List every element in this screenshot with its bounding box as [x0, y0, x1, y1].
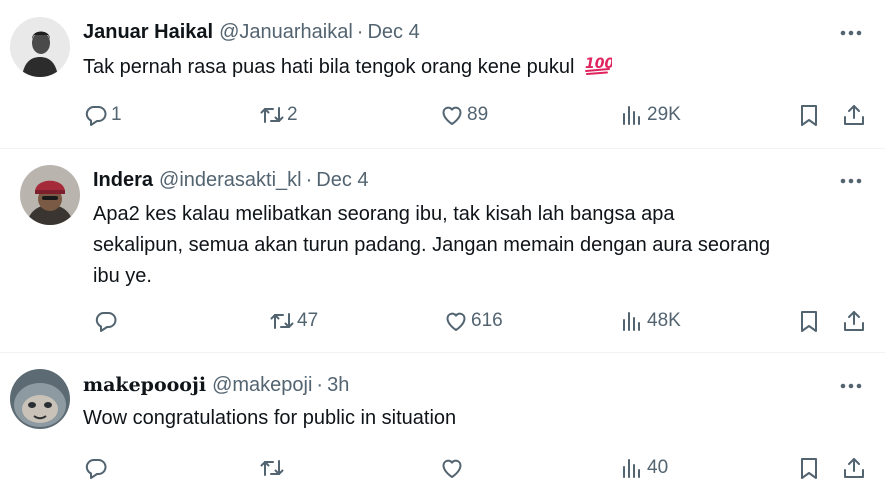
tweet-indera[interactable]: Indera @inderasakti_kl · Dec 4 Apa2 kes … [0, 148, 885, 352]
display-name[interactable]: makepoooji [83, 374, 206, 396]
bookmark-button[interactable] [797, 306, 821, 336]
view-count: 40 [647, 457, 669, 478]
tweet-text-line: Tak pernah rasa puas hati bila tengok or… [83, 56, 575, 78]
retweet-count: 47 [297, 310, 319, 331]
view-count: 29K [647, 104, 681, 125]
retweet-icon [260, 460, 284, 476]
like-button[interactable]: 616 [444, 306, 503, 336]
more-options-icon[interactable] [837, 169, 865, 193]
tweet-makepoooji[interactable]: makepoooji @makepoji · 3h Wow congratula… [0, 352, 885, 493]
bookmark-icon [801, 458, 817, 479]
separator-dot: · [305, 168, 313, 191]
avatar[interactable] [20, 165, 80, 225]
views-button[interactable]: 48K [620, 306, 681, 336]
retweet-count: 2 [287, 104, 298, 125]
tweet-text: Tak pernah rasa puas hati bila tengok or… [83, 52, 614, 86]
heart-icon [442, 106, 462, 125]
share-button[interactable] [842, 100, 866, 130]
tweet-text-line: sekalipun, semua akan turun padang. Jang… [93, 234, 771, 256]
reply-icon [85, 459, 107, 479]
tweet-text-line: Wow congratulations for public in situat… [83, 407, 457, 429]
bookmark-button[interactable] [797, 453, 821, 483]
separator-dot: · [356, 20, 364, 43]
views-icon [623, 312, 640, 331]
tweet-actions: 47 616 48K [0, 306, 885, 336]
tweet-text: Apa2 kes kalau melibatkan seorang ibu, t… [93, 199, 770, 292]
tweet-header: makepoooji @makepoji · 3h [83, 373, 349, 397]
views-button[interactable]: 40 [620, 453, 668, 483]
avatar[interactable] [10, 17, 70, 77]
tweet-text-line: Apa2 kes kalau melibatkan seorang ibu, t… [93, 203, 675, 225]
tweet-actions: 1 2 89 29K [0, 100, 885, 130]
avatar[interactable] [10, 369, 70, 429]
reply-feed: Januar Haikal @Januarhaikal · Dec 4 Tak … [0, 0, 885, 493]
more-options-icon[interactable] [837, 21, 865, 45]
display-name[interactable]: Indera [93, 169, 153, 192]
hundred-points-emoji: 100 [584, 54, 614, 86]
share-icon [844, 105, 864, 125]
bookmark-button[interactable] [797, 100, 821, 130]
views-icon [623, 106, 640, 125]
views-icon [623, 459, 640, 478]
tweet-header: Januar Haikal @Januarhaikal · Dec 4 [83, 20, 420, 44]
heart-icon [446, 312, 466, 331]
views-button[interactable]: 29K [620, 100, 681, 130]
bookmark-icon [801, 105, 817, 126]
retweet-icon [270, 313, 294, 329]
tweet-header: Indera @inderasakti_kl · Dec 4 [93, 168, 369, 192]
view-count: 48K [647, 310, 681, 331]
user-handle[interactable]: @makepoji [212, 374, 312, 397]
reply-button[interactable]: 1 [84, 100, 122, 130]
timestamp[interactable]: Dec 4 [367, 21, 419, 44]
like-button[interactable] [440, 453, 467, 483]
display-name[interactable]: Januar Haikal [83, 21, 213, 44]
user-handle[interactable]: @Januarhaikal [219, 21, 353, 44]
retweet-button[interactable] [260, 453, 287, 483]
share-button[interactable] [842, 306, 866, 336]
tweet-januar[interactable]: Januar Haikal @Januarhaikal · Dec 4 Tak … [0, 0, 885, 148]
like-count: 616 [471, 310, 503, 331]
timestamp[interactable]: Dec 4 [316, 169, 368, 192]
timestamp[interactable]: 3h [327, 374, 349, 397]
tweet-text-line: ibu ye. [93, 265, 152, 287]
like-count: 89 [467, 104, 489, 125]
reply-button[interactable] [84, 453, 111, 483]
share-icon [844, 458, 864, 478]
like-button[interactable]: 89 [440, 100, 488, 130]
heart-icon [442, 459, 462, 478]
bookmark-icon [801, 311, 817, 332]
separator-dot: · [316, 373, 324, 396]
retweet-button[interactable]: 2 [260, 100, 298, 130]
share-icon [844, 311, 864, 331]
share-button[interactable] [842, 453, 866, 483]
reply-count: 1 [111, 104, 122, 125]
retweet-button[interactable]: 47 [270, 306, 318, 336]
tweet-text: Wow congratulations for public in situat… [83, 403, 456, 434]
reply-button[interactable] [94, 306, 121, 336]
tweet-actions: 40 [0, 453, 885, 483]
retweet-icon [260, 107, 284, 123]
user-handle[interactable]: @inderasakti_kl [159, 169, 302, 192]
reply-icon [95, 312, 117, 332]
more-options-icon[interactable] [837, 374, 865, 398]
reply-icon [85, 106, 107, 126]
